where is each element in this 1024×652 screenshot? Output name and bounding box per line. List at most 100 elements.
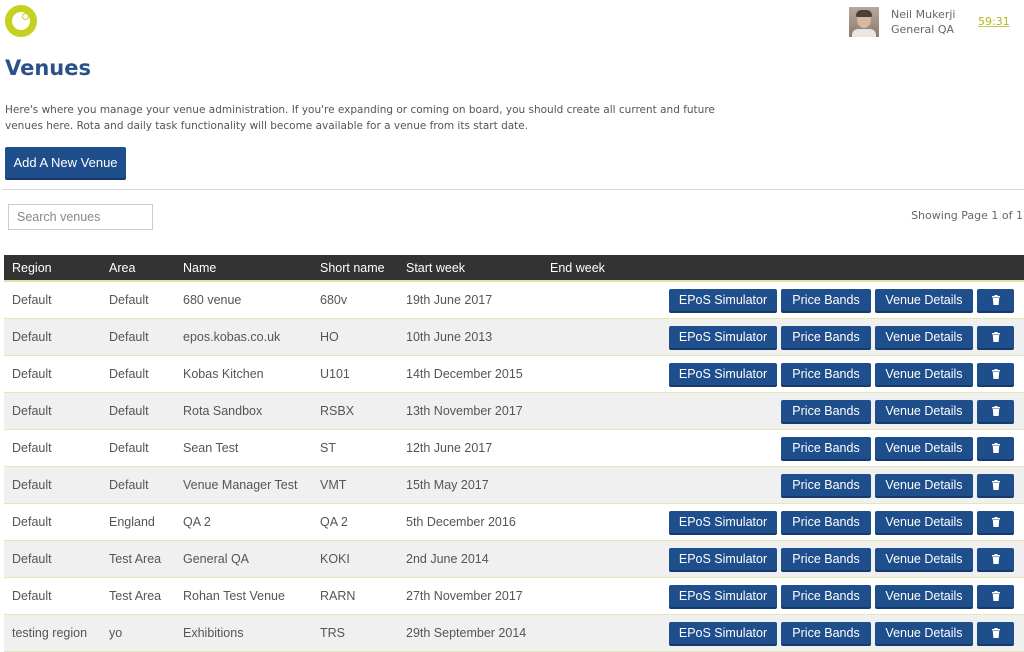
- delete-venue-button[interactable]: [977, 473, 1014, 496]
- cell-end-week: [542, 577, 610, 614]
- cell-region: Default: [12, 440, 52, 455]
- cell-actions: EPoS Simulator Price Bands Venue Details: [610, 281, 1024, 318]
- venue-details-button[interactable]: Venue Details: [875, 436, 973, 459]
- price-bands-button[interactable]: Price Bands: [781, 436, 871, 459]
- cell-start-week: 19th June 2017: [406, 292, 493, 307]
- cell-region: testing region: [12, 625, 88, 640]
- price-bands-button[interactable]: Price Bands: [781, 584, 871, 607]
- venue-details-button[interactable]: Venue Details: [875, 288, 973, 311]
- cell-region: Default: [12, 366, 52, 381]
- price-bands-button[interactable]: Price Bands: [781, 325, 871, 348]
- trash-icon: [991, 554, 1000, 565]
- cell-actions: EPoS Simulator Price Bands Venue Details: [610, 614, 1024, 651]
- cell-area: Default: [109, 440, 149, 455]
- user-role: General QA: [891, 23, 955, 36]
- cell-short-name: ST: [320, 440, 336, 455]
- cell-region: Default: [12, 514, 52, 529]
- column-header-end-week[interactable]: End week: [542, 255, 610, 282]
- price-bands-button[interactable]: Price Bands: [781, 547, 871, 570]
- user-name: Neil Mukerji: [891, 8, 956, 21]
- column-header-start-week[interactable]: Start week: [398, 255, 542, 282]
- delete-venue-button[interactable]: [977, 584, 1014, 607]
- venue-details-button[interactable]: Venue Details: [875, 621, 973, 644]
- trash-icon: [991, 369, 1000, 380]
- table-row: Default Test Area General QA KOKI 2nd Ju…: [4, 540, 1024, 577]
- price-bands-button[interactable]: Price Bands: [781, 621, 871, 644]
- intro-text: Here's where you manage your venue admin…: [5, 104, 715, 132]
- delete-venue-button[interactable]: [977, 547, 1014, 570]
- epos-simulator-button[interactable]: EPoS Simulator: [669, 621, 777, 644]
- cell-start-week: 14th December 2015: [406, 366, 523, 381]
- cell-area: Default: [109, 403, 149, 418]
- column-header-actions: [610, 255, 1024, 282]
- cell-name: 680 venue: [183, 292, 242, 307]
- trash-icon: [991, 332, 1000, 343]
- column-header-area[interactable]: Area: [101, 255, 175, 282]
- column-header-region[interactable]: Region: [4, 255, 101, 282]
- cell-actions: EPoS Simulator Price Bands Venue Details: [610, 318, 1024, 355]
- delete-venue-button[interactable]: [977, 362, 1014, 385]
- epos-simulator-button[interactable]: EPoS Simulator: [669, 288, 777, 311]
- divider: [2, 189, 1024, 190]
- delete-venue-button[interactable]: [977, 288, 1014, 311]
- cell-short-name: VMT: [320, 477, 347, 492]
- price-bands-button[interactable]: Price Bands: [781, 288, 871, 311]
- cell-region: Default: [12, 477, 52, 492]
- avatar[interactable]: [849, 7, 879, 37]
- delete-venue-button[interactable]: [977, 436, 1014, 459]
- venue-details-button[interactable]: Venue Details: [875, 547, 973, 570]
- cell-end-week: [542, 503, 610, 540]
- venue-details-button[interactable]: Venue Details: [875, 362, 973, 385]
- cell-actions: Price Bands Venue Details: [610, 429, 1024, 466]
- epos-simulator-button[interactable]: EPoS Simulator: [669, 510, 777, 533]
- cell-end-week: [542, 355, 610, 392]
- cell-start-week: 27th November 2017: [406, 588, 523, 603]
- cell-end-week: [542, 392, 610, 429]
- epos-simulator-button[interactable]: EPoS Simulator: [669, 547, 777, 570]
- epos-simulator-button[interactable]: EPoS Simulator: [669, 584, 777, 607]
- cell-area: Default: [109, 329, 149, 344]
- cell-start-week: 15th May 2017: [406, 477, 489, 492]
- price-bands-button[interactable]: Price Bands: [781, 510, 871, 533]
- cell-area: Default: [109, 477, 149, 492]
- price-bands-button[interactable]: Price Bands: [781, 362, 871, 385]
- cell-area: Test Area: [109, 551, 162, 566]
- venue-details-button[interactable]: Venue Details: [875, 510, 973, 533]
- venue-details-button[interactable]: Venue Details: [875, 584, 973, 607]
- cell-end-week: [542, 540, 610, 577]
- cell-name: Venue Manager Test: [183, 477, 298, 492]
- epos-simulator-button[interactable]: EPoS Simulator: [669, 362, 777, 385]
- cell-area: Default: [109, 366, 149, 381]
- epos-simulator-button[interactable]: EPoS Simulator: [669, 325, 777, 348]
- delete-venue-button[interactable]: [977, 621, 1014, 644]
- cell-actions: EPoS Simulator Price Bands Venue Details: [610, 355, 1024, 392]
- user-profile[interactable]: Neil Mukerji General QA: [849, 7, 955, 37]
- cell-end-week: [542, 318, 610, 355]
- session-timer-link[interactable]: 59:31: [978, 15, 1010, 28]
- table-row: Default Default Venue Manager Test VMT 1…: [4, 466, 1024, 503]
- logo-icon[interactable]: [5, 5, 37, 37]
- price-bands-button[interactable]: Price Bands: [781, 399, 871, 422]
- venue-details-button[interactable]: Venue Details: [875, 325, 973, 348]
- column-header-short-name[interactable]: Short name: [312, 255, 398, 282]
- delete-venue-button[interactable]: [977, 399, 1014, 422]
- venue-details-button[interactable]: Venue Details: [875, 473, 973, 496]
- trash-icon: [991, 406, 1000, 417]
- trash-icon: [991, 295, 1000, 306]
- table-row: Default Default epos.kobas.co.uk HO 10th…: [4, 318, 1024, 355]
- cell-name: Kobas Kitchen: [183, 366, 264, 381]
- cell-short-name: KOKI: [320, 551, 350, 566]
- add-venue-button[interactable]: Add A New Venue: [5, 147, 126, 178]
- search-input[interactable]: [8, 204, 153, 230]
- cell-region: Default: [12, 292, 52, 307]
- column-header-name[interactable]: Name: [175, 255, 312, 282]
- venue-details-button[interactable]: Venue Details: [875, 399, 973, 422]
- cell-area: Default: [109, 292, 149, 307]
- cell-short-name: TRS: [320, 625, 345, 640]
- price-bands-button[interactable]: Price Bands: [781, 473, 871, 496]
- delete-venue-button[interactable]: [977, 325, 1014, 348]
- table-row: Default Default Kobas Kitchen U101 14th …: [4, 355, 1024, 392]
- cell-end-week: [542, 281, 610, 318]
- cell-start-week: 12th June 2017: [406, 440, 493, 455]
- delete-venue-button[interactable]: [977, 510, 1014, 533]
